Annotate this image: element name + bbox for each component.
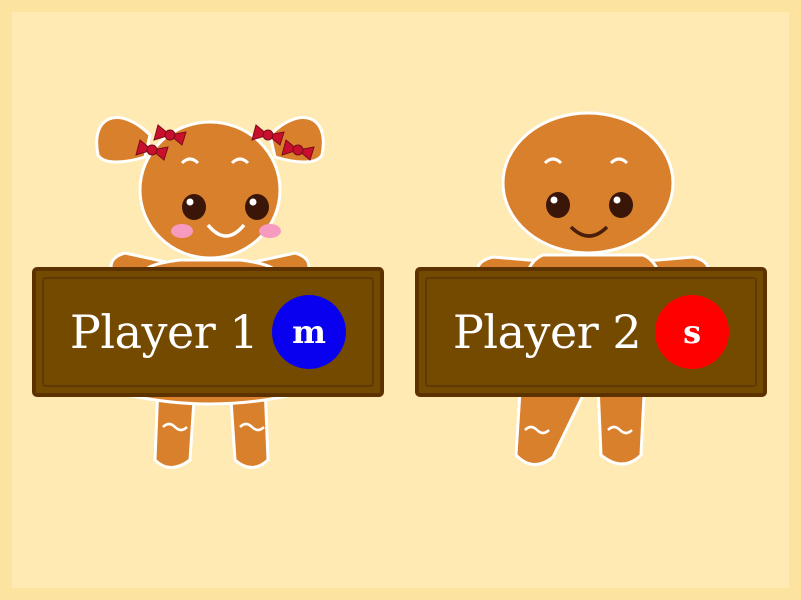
player-2-card[interactable]: Player 2 s: [413, 95, 773, 485]
player-2-sign-inner: Player 2 s: [425, 277, 757, 387]
player-1-sign: Player 1 m: [32, 267, 384, 397]
player-1-key-badge: m: [272, 295, 347, 369]
player-2-key-badge: s: [655, 295, 730, 369]
game-screen: Player 1 m Player 2 s: [0, 0, 801, 600]
player-1-sign-inner: Player 1 m: [42, 277, 374, 387]
player-1-card[interactable]: Player 1 m: [30, 95, 390, 485]
player-2-label: Player 2: [452, 305, 642, 359]
player-2-sign: Player 2 s: [415, 267, 767, 397]
player-1-label: Player 1: [69, 305, 259, 359]
